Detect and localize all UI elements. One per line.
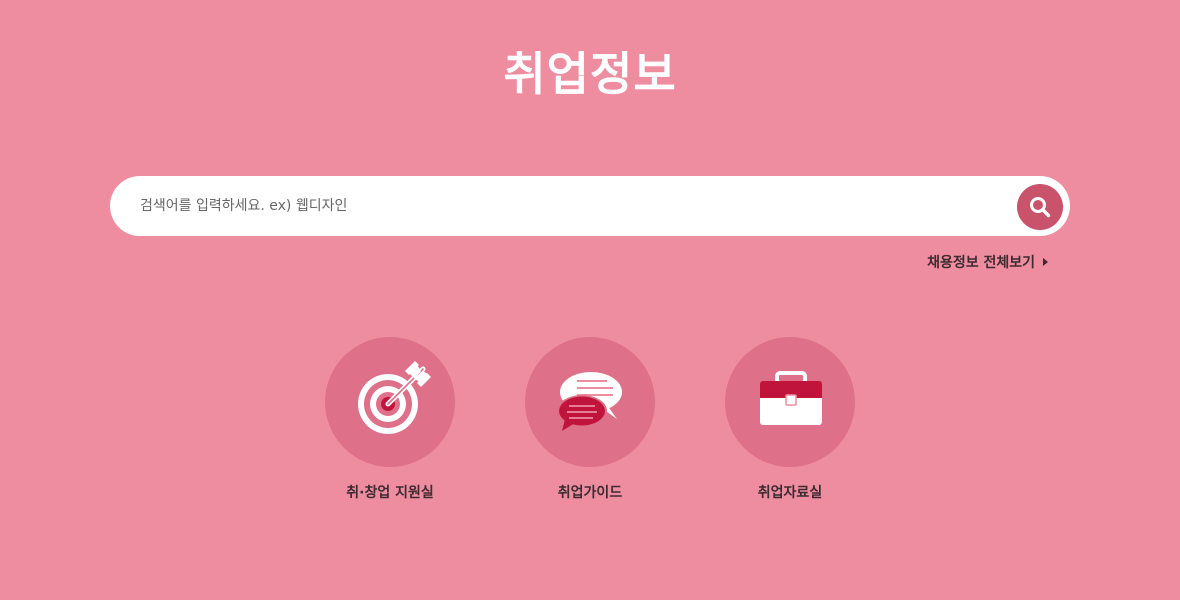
briefcase-icon — [760, 371, 822, 425]
menu-circle — [325, 337, 455, 467]
menu-item-job-resources[interactable]: 취업자료실 — [710, 337, 870, 517]
menu-circle — [525, 337, 655, 467]
target-icon — [358, 361, 431, 434]
search-bar — [110, 176, 1070, 236]
search-icon — [1030, 197, 1051, 218]
menu-item-job-guide[interactable]: 취업가이드 — [510, 337, 670, 517]
search-button[interactable] — [1017, 184, 1063, 230]
search-input[interactable] — [140, 176, 1000, 236]
view-all-jobs-label: 채용정보 전체보기 — [927, 255, 1035, 271]
menu-item-label: 취·창업 지원실 — [346, 485, 434, 501]
view-all-jobs-link[interactable]: 채용정보 전체보기 — [840, 252, 1048, 274]
menu-item-startup-support[interactable]: 취·창업 지원실 — [310, 337, 470, 517]
page-title: 취업정보 — [503, 47, 677, 101]
chat-bubbles-icon — [557, 372, 622, 431]
menu-item-label: 취업자료실 — [757, 485, 823, 501]
arrow-right-icon — [1043, 258, 1048, 266]
menu-circle — [725, 337, 855, 467]
menu-item-label: 취업가이드 — [557, 485, 623, 501]
